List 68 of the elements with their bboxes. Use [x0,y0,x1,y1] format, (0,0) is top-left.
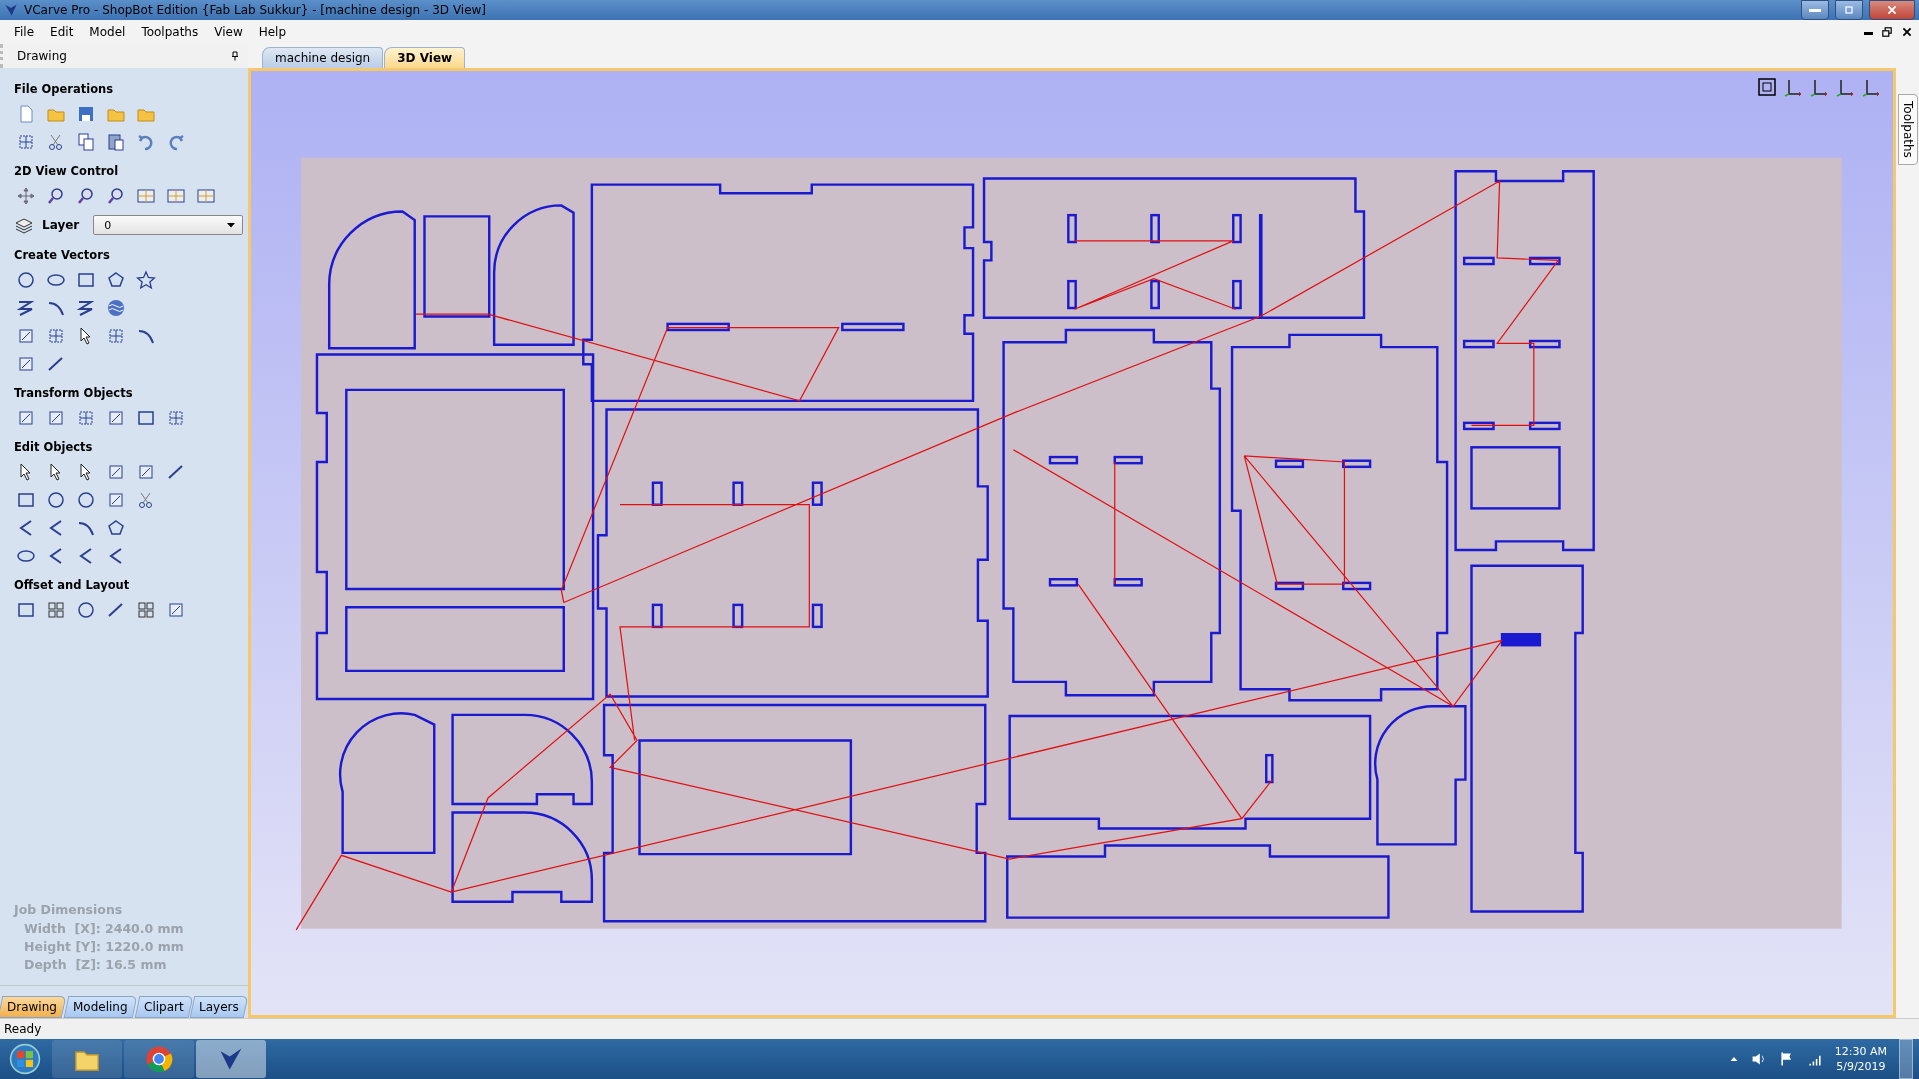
zoom-extents-icon[interactable] [1757,76,1777,97]
close-button[interactable] [1869,0,1915,20]
section-title: Edit Objects [14,440,94,454]
panel-tab[interactable]: Drawing [0,996,67,1018]
circle-array-icon[interactable] [76,600,96,620]
pin-icon[interactable] [230,51,240,61]
minimize-button[interactable] [1801,0,1829,20]
wave-icon[interactable] [106,298,126,318]
restore-icon [1843,4,1855,16]
status-text: Ready [4,1022,42,1036]
grid-icon[interactable] [136,600,156,620]
menu-item[interactable]: File [10,25,47,39]
window-title: VCarve Pro - ShopBot Edition {Fab Lab Sukkur} - [machine design - 3D View] [24,3,488,17]
magnifier-icon[interactable] [76,186,96,206]
panel-title: Drawing [17,49,68,63]
start-orb-icon [9,1043,41,1075]
clock[interactable]: 12:30 AM 5/9/2019 [1834,1044,1887,1074]
close-icon[interactable] [1901,26,1913,38]
section-title: 2D View Control [14,164,120,178]
magnifier-icon[interactable] [46,186,66,206]
menu-item[interactable]: Edit [46,25,86,39]
document-tab[interactable]: 3D View [384,46,466,68]
minimize-icon [1809,8,1821,12]
menu-item[interactable]: Toolpaths [137,25,211,39]
job-dimension-text: Height [Y]: 1220.0 mm [23,939,185,954]
panels-icon[interactable] [136,186,156,206]
layer-dropdown[interactable]: 0 [93,215,244,235]
restore-icon[interactable] [1881,26,1893,38]
side-tab[interactable]: Toolpaths [1897,94,1918,165]
circle-icon[interactable] [16,270,36,290]
close-icon [1886,4,1898,16]
copy-icon[interactable] [76,132,96,152]
job-dimensions-title: Job Dimensions [14,902,124,917]
section-title: Offset and Layout [14,578,131,592]
layer-label: Layer [42,218,80,232]
section-title: Create Vectors [14,248,111,262]
browser-icon [145,1045,173,1073]
section-title: File Operations [14,82,115,96]
panel-tab[interactable]: Clipart [134,996,193,1018]
document-tab[interactable]: machine design [262,46,384,68]
panels-icon[interactable] [196,186,216,206]
taskbar-app-button[interactable] [196,1040,266,1078]
app-logo-icon [218,1046,244,1072]
menu-item[interactable]: View [210,25,255,39]
menu-item[interactable]: Model [85,25,138,39]
speaker-icon[interactable] [1750,1051,1767,1067]
panels-icon[interactable] [166,186,186,206]
menu-item[interactable]: Help [254,25,299,39]
pentagon-icon[interactable] [106,270,126,290]
job-dimension-text: Width [X]: 2440.0 mm [23,921,185,936]
rectangle-icon[interactable] [76,270,96,290]
job-dimension-text: Depth [Z]: 16.5 mm [23,957,168,972]
restore-button[interactable] [1835,0,1863,20]
zigzag-icon[interactable] [16,298,36,318]
distort-icon[interactable] [136,408,156,428]
array-icon[interactable] [46,600,66,620]
move-arrows-icon[interactable] [16,186,36,206]
dropdown-caret-icon [226,220,237,230]
magnifier-icon[interactable] [106,186,126,206]
closed-curve-icon[interactable] [106,518,126,538]
clipboard-icon[interactable] [106,132,126,152]
app-logo-icon [4,3,18,17]
star-icon[interactable] [136,270,156,290]
taskbar-app-button[interactable] [124,1040,194,1078]
taskbar-app-button[interactable] [52,1040,122,1078]
panel-tab[interactable]: Modeling [63,996,137,1018]
panel-tab[interactable]: Layers [189,996,249,1018]
section-title: Transform Objects [14,386,134,400]
